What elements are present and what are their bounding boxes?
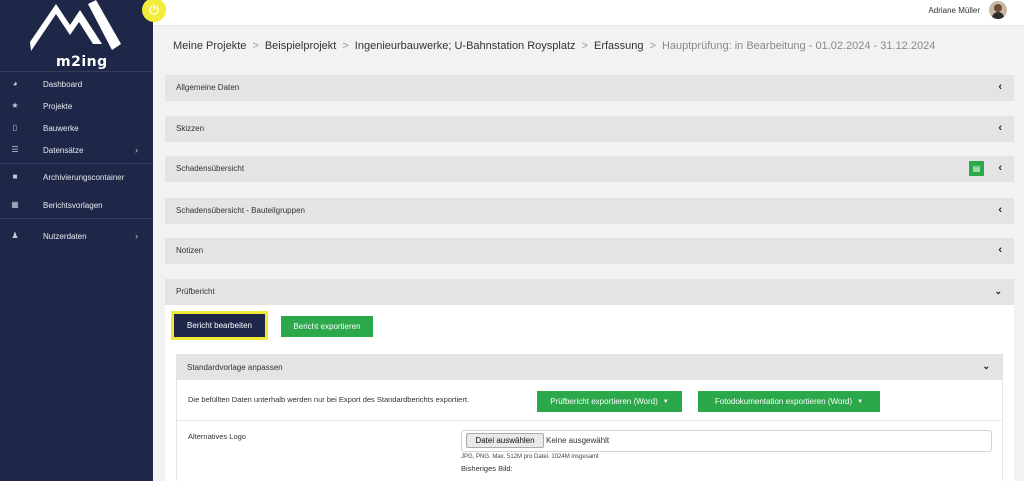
- breadcrumb-item-meine-projekte[interactable]: Meine Projekte: [173, 40, 246, 52]
- table-icon: ▦: [11, 200, 19, 209]
- building-icon: ▯: [12, 123, 18, 132]
- panel-notizen[interactable]: Notizen ‹: [165, 238, 1014, 264]
- sidebar-item-label: Datensätze: [43, 145, 84, 155]
- power-icon: ⏻: [149, 3, 159, 17]
- user-name[interactable]: Adriane Müller: [928, 6, 980, 15]
- panel-title: Standardvorlage anpassen: [187, 363, 283, 372]
- caret-down-icon: ▼: [857, 398, 864, 405]
- chevron-down-icon[interactable]: ⌄: [994, 286, 1002, 297]
- star-icon: ★: [11, 101, 19, 110]
- panel-allgemeine-daten[interactable]: Allgemeine Daten ‹: [165, 75, 1014, 101]
- panel-title: Skizzen: [176, 124, 205, 133]
- list-icon: ☰: [11, 145, 19, 154]
- panel-title: Prüfbericht: [176, 287, 215, 296]
- panel-title: Notizen: [176, 246, 204, 255]
- button-label: Prüfbericht exportieren (Word): [550, 397, 658, 406]
- breadcrumb-item-beispielprojekt[interactable]: Beispielprojekt: [265, 40, 337, 52]
- panel-skizzen[interactable]: Skizzen ‹: [165, 116, 1014, 142]
- chevron-left-icon[interactable]: ‹: [998, 162, 1002, 174]
- divider: [177, 420, 1002, 421]
- breadcrumb-separator: >: [342, 40, 349, 52]
- nav-separator: [0, 218, 153, 219]
- archive-icon: ■: [12, 172, 18, 181]
- chevron-left-icon[interactable]: ‹: [998, 122, 1002, 134]
- sidebar-item-projekte[interactable]: ★ Projekte: [0, 95, 153, 117]
- panel-pruefbericht[interactable]: Prüfbericht ⌄: [165, 279, 1014, 305]
- panel-standardvorlage[interactable]: Standardvorlage anpassen ⌄: [176, 354, 1003, 380]
- panel-title: Allgemeine Daten: [176, 83, 240, 92]
- topbar: Adriane Müller: [153, 0, 1024, 26]
- chevron-left-icon[interactable]: ‹: [998, 81, 1002, 93]
- user-icon: ♟: [11, 231, 19, 240]
- sidebar-item-bauwerke[interactable]: ▯ Bauwerke: [0, 117, 153, 139]
- sidebar-item-label: Bauwerke: [43, 123, 79, 133]
- panel-schadensuebersicht[interactable]: Schadensübersicht ▤ ‹: [165, 156, 1014, 182]
- nav-separator: [0, 163, 153, 164]
- sidebar-item-label: Dashboard: [43, 79, 83, 89]
- chevron-down-icon[interactable]: ⌄: [982, 361, 990, 372]
- alt-logo-label: Alternatives Logo: [188, 432, 246, 441]
- logo-text: m2ing: [56, 54, 108, 70]
- chevron-left-icon[interactable]: ‹: [998, 204, 1002, 216]
- sidebar: m2ing ◕ Dashboard ★ Projekte ▯ Bauwerke ☰ Daten…: [0, 0, 153, 481]
- chevron-left-icon[interactable]: ‹: [998, 244, 1002, 256]
- breadcrumb-item-erfassung[interactable]: Erfassung: [594, 40, 644, 52]
- sidebar-item-label: Archivierungscontainer: [43, 172, 125, 182]
- chevron-right-icon: ›: [135, 231, 138, 241]
- chevron-right-icon: ›: [135, 145, 138, 155]
- caret-down-icon: ▼: [662, 398, 669, 405]
- sidebar-item-dashboard[interactable]: ◕ Dashboard: [0, 73, 153, 95]
- button-label: Fotodokumentation exportieren (Word): [714, 397, 853, 406]
- sidebar-item-datensätze[interactable]: ☰ Datensätze ›: [0, 139, 153, 161]
- breadcrumb-separator: >: [581, 40, 588, 52]
- export-report-button[interactable]: Bericht exportieren: [281, 316, 373, 337]
- sidebar-item-label: Berichtsvorlagen: [43, 200, 103, 210]
- breadcrumb-current: Hauptprüfung: in Bearbeitung - 01.02.202…: [661, 40, 936, 52]
- breadcrumb-item-bauwerk[interactable]: Ingenieurbauwerke; U-Bahnstation Royspla…: [355, 40, 576, 52]
- previous-image-label: Bisheriges Bild:: [461, 464, 513, 473]
- export-foto-dropdown-button[interactable]: Fotodokumentation exportieren (Word) ▼: [698, 391, 880, 412]
- logo-mark-icon: [30, 0, 121, 51]
- excel-icon: ▤: [972, 164, 981, 173]
- file-hint: JPG, PNG. Max. 512M pro Datei. 1024M ins…: [461, 454, 599, 460]
- avatar[interactable]: [989, 1, 1007, 19]
- breadcrumb-separator: >: [649, 40, 656, 52]
- info-text: Die befüllten Daten unterhalb werden nur…: [188, 395, 469, 404]
- export-word-dropdown-button[interactable]: Prüfbericht exportieren (Word) ▼: [537, 391, 682, 412]
- excel-export-button[interactable]: ▤: [969, 161, 984, 176]
- panel-title: Schadensübersicht - Bauteilgruppen: [176, 206, 305, 215]
- dashboard-icon: ◕: [12, 79, 18, 88]
- panel-title: Schadensübersicht: [176, 164, 245, 173]
- edit-report-button[interactable]: Bericht bearbeiten: [171, 311, 268, 340]
- file-select-button[interactable]: Datei auswählen: [466, 433, 544, 448]
- sidebar-item-berichtsvorlagen[interactable]: ▦ Berichtsvorlagen: [0, 194, 153, 216]
- sidebar-item-nutzerdaten[interactable]: ♟ Nutzerdaten ›: [0, 225, 153, 247]
- sidebar-item-label: Projekte: [43, 101, 73, 111]
- sidebar-nav: ◕ Dashboard ★ Projekte ▯ Bauwerke ☰ Datensätze ›…: [0, 73, 153, 247]
- file-status: Keine ausgewählt: [546, 436, 610, 445]
- sidebar-item-label: Nutzerdaten: [43, 231, 87, 241]
- breadcrumb-separator: >: [252, 40, 259, 52]
- logo[interactable]: m2ing: [0, 0, 153, 72]
- sidebar-item-archivierungscontainer[interactable]: ■ Archivierungscontainer: [0, 166, 153, 188]
- breadcrumb: Meine Projekte > Beispielprojekt > Ingenieur…: [173, 40, 935, 52]
- panel-schadensuebersicht-bauteilgruppen[interactable]: Schadensübersicht - Bauteilgruppen ‹: [165, 198, 1014, 224]
